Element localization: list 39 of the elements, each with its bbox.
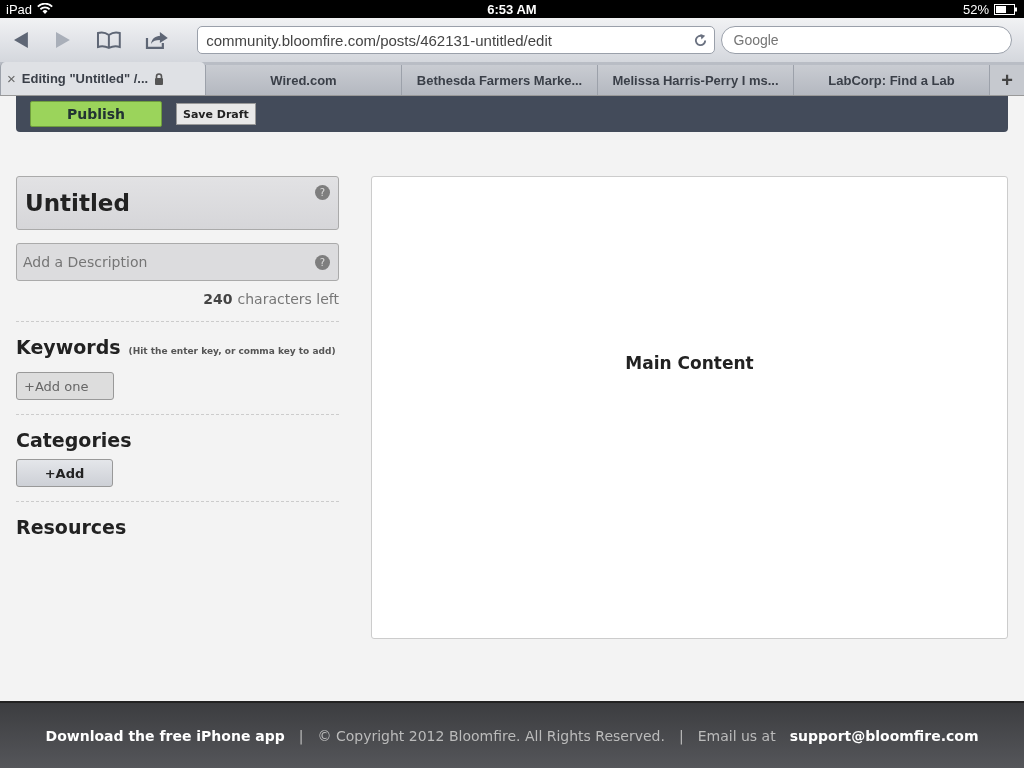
app-download-link[interactable]: Download the free iPhone app	[45, 727, 285, 744]
save-draft-button[interactable]: Save Draft	[176, 103, 256, 125]
clock: 6:53 AM	[487, 1, 537, 17]
browser-tab[interactable]: Bethesda Farmers Marke...	[401, 65, 597, 95]
wifi-icon	[37, 3, 54, 15]
publish-button[interactable]: Publish	[30, 101, 162, 127]
email-link[interactable]: support@bloomfire.com	[789, 727, 979, 744]
back-arrow-icon[interactable]	[12, 31, 30, 49]
book-icon[interactable]	[95, 31, 122, 49]
email-label: Email us at	[697, 727, 776, 744]
footer-separator: |	[298, 727, 304, 744]
help-icon[interactable]: ?	[315, 185, 330, 200]
battery-percent: 52%	[962, 1, 989, 17]
keywords-heading: Keywords	[16, 336, 121, 358]
share-icon[interactable]	[145, 30, 170, 50]
categories-heading: Categories	[16, 429, 133, 451]
add-category-button[interactable]: +Add	[16, 459, 113, 487]
keywords-hint: (Hit the enter key, or comma key to add)	[128, 346, 336, 356]
battery-icon	[994, 3, 1018, 15]
footer-separator: |	[678, 727, 684, 744]
title-field[interactable]: Untitled ?	[16, 176, 339, 230]
add-keyword-button[interactable]: +Add one	[16, 372, 114, 400]
address-field[interactable]: community.bloomfire.com/posts/462131-untitled/edit	[197, 26, 715, 54]
browser-tab[interactable]: Wired.com	[205, 65, 401, 95]
device-name: iPad	[6, 1, 33, 17]
help-icon[interactable]: ?	[315, 254, 330, 270]
character-count: 240	[203, 291, 233, 307]
browser-tab[interactable]: × Editing "Untitled" /...	[0, 62, 205, 95]
copyright-text: © Copyright 2012 Bloomfire. All Rights Reserved.	[317, 727, 665, 744]
search-field[interactable]: Google	[720, 26, 1012, 54]
description-field[interactable]: Add a Description ?	[16, 243, 339, 281]
character-count-label: characters left	[237, 291, 339, 307]
reload-icon[interactable]	[692, 32, 708, 48]
resources-heading: Resources	[16, 516, 128, 538]
browser-tab[interactable]: Melissa Harris-Perry I ms...	[597, 65, 793, 95]
lock-icon	[154, 72, 165, 85]
main-content-label: Main Content	[625, 353, 754, 375]
browser-tab[interactable]: LabCorp: Find a Lab	[793, 65, 989, 95]
new-tab-button[interactable]: +	[989, 65, 1024, 95]
